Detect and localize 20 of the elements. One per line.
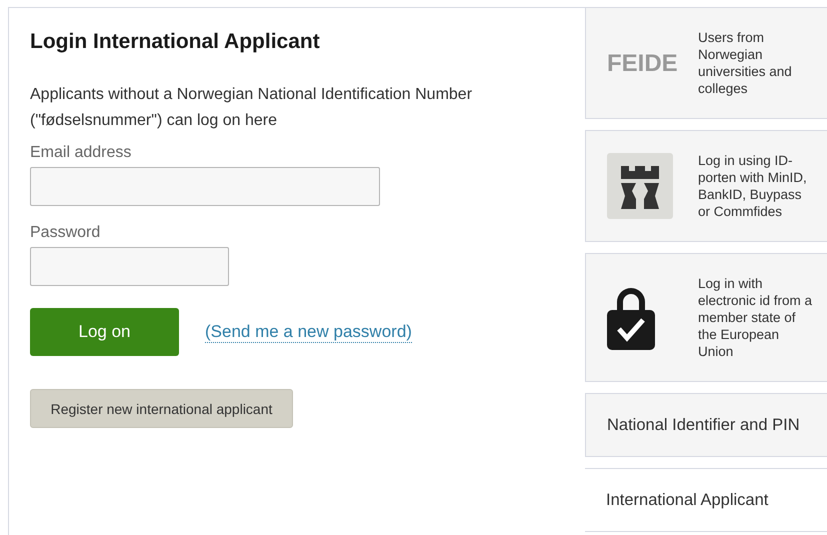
field-label: Password [30, 224, 102, 242]
login-option[interactable]: Log in using ID-porten with MinID, BankID, Buypass or Commfides [585, 130, 827, 242]
input-field[interactable] [30, 247, 229, 286]
login-option[interactable]: FEIDE Users from Norwegian universities and colleges [585, 7, 827, 119]
padlock-icon [607, 286, 655, 350]
reset-password-link[interactable]: (Send me a new password) [205, 322, 412, 342]
option-text: Log in with electronic id from a member state of the European Union [698, 275, 814, 360]
tower-icon [607, 153, 673, 219]
login-option[interactable]: International Applicant [585, 468, 827, 532]
intro-text: Applicants without a Norwegian National Identification Number ("fødselsnummer") can log on here [30, 85, 474, 131]
option-text: Users from Norwegian universities and colleges [698, 29, 793, 97]
page-title: Login International Applicant [30, 30, 321, 54]
register-button[interactable]: Register new international applicant [30, 389, 293, 428]
login-option[interactable]: National Identifier and PIN [585, 393, 827, 457]
log-on-button[interactable]: Log on [30, 308, 179, 356]
option-text: Log in using ID-porten with MinID, BankID, Buypass or Commfides [698, 152, 808, 220]
feide-logo: FEIDE [607, 54, 678, 72]
input-field[interactable] [30, 167, 380, 206]
field-label: Email address [30, 144, 132, 162]
login-option[interactable]: Log in with electronic id from a member state of the European Union [585, 253, 827, 382]
